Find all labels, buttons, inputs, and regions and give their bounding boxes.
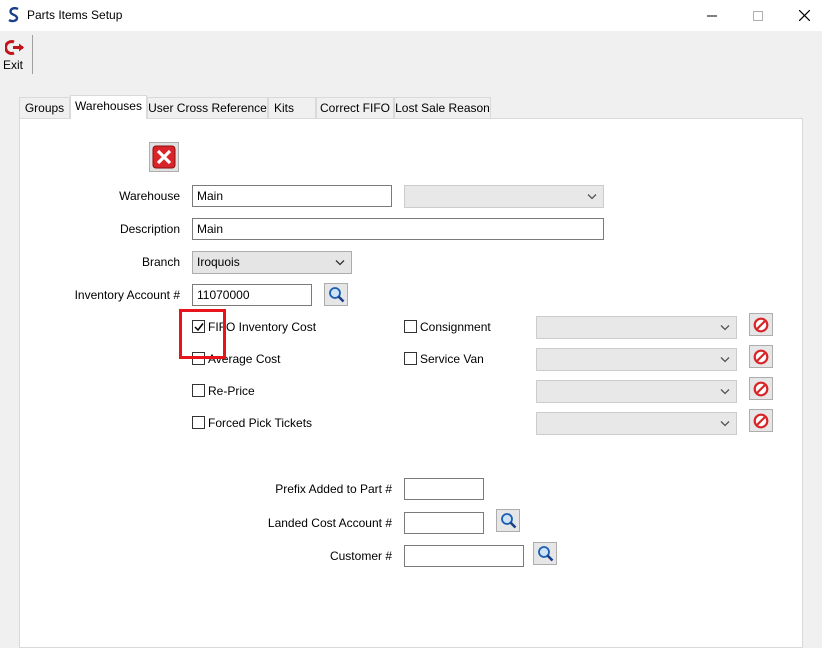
chevron-down-icon xyxy=(720,357,730,363)
chevron-down-icon xyxy=(720,325,730,331)
minimize-icon xyxy=(707,15,717,16)
tab-warehouses[interactable]: Warehouses xyxy=(70,95,147,119)
warehouse-label: Warehouse xyxy=(119,189,180,203)
magnifier-icon xyxy=(537,546,553,562)
inventory-account-label: Inventory Account # xyxy=(74,288,180,302)
magnifier-icon xyxy=(500,513,516,529)
chevron-down-icon xyxy=(335,260,345,266)
service-van-checkbox[interactable] xyxy=(404,352,417,365)
description-field[interactable]: Main xyxy=(192,218,604,240)
inventory-account-field[interactable]: 11070000 xyxy=(192,284,312,306)
option-select-1[interactable] xyxy=(536,316,737,339)
forced-pick-tickets-label: Forced Pick Tickets xyxy=(208,416,313,430)
landed-cost-account-field[interactable] xyxy=(404,512,484,534)
no-entry-icon xyxy=(753,317,769,332)
delete-warehouse-button[interactable] xyxy=(149,142,179,172)
window-title: Parts Items Setup xyxy=(27,8,123,22)
re-price-checkbox[interactable] xyxy=(192,384,205,397)
tab-user-cross-reference[interactable]: User Cross Reference xyxy=(147,97,268,118)
s-logo-icon xyxy=(8,7,19,23)
customer-search-button[interactable] xyxy=(533,542,557,565)
exit-arrow-icon xyxy=(5,40,24,55)
magnifier-icon xyxy=(328,287,344,303)
re-price-label: Re-Price xyxy=(208,384,255,398)
option-select-4[interactable] xyxy=(536,412,737,435)
no-entry-icon xyxy=(753,381,769,396)
chevron-down-icon xyxy=(720,389,730,395)
chevron-down-icon xyxy=(587,194,597,200)
forced-pick-tickets-checkbox[interactable] xyxy=(192,416,205,429)
landed-cost-search-button[interactable] xyxy=(496,509,520,532)
branch-select[interactable]: Iroquois xyxy=(192,251,352,274)
maximize-button[interactable] xyxy=(735,0,781,31)
option-select-3[interactable] xyxy=(536,380,737,403)
option-select-2[interactable] xyxy=(536,348,737,371)
branch-label: Branch xyxy=(141,255,180,269)
maximize-icon xyxy=(753,10,763,21)
clear-option-button-1[interactable] xyxy=(749,313,773,336)
landed-cost-account-label: Landed Cost Account # xyxy=(267,516,392,530)
tab-kits[interactable]: Kits xyxy=(268,97,316,118)
customer-field[interactable] xyxy=(404,545,524,567)
branch-select-value: Iroquois xyxy=(197,255,240,269)
service-van-label: Service Van xyxy=(420,352,484,366)
close-window-button[interactable] xyxy=(781,0,822,31)
consignment-checkbox[interactable] xyxy=(404,320,417,333)
title-bar: Parts Items Setup xyxy=(0,0,822,31)
tab-lost-sale-reason[interactable]: Lost Sale Reason xyxy=(394,97,491,118)
clear-option-button-2[interactable] xyxy=(749,345,773,368)
prefix-label: Prefix Added to Part # xyxy=(275,482,392,496)
exit-label: Exit xyxy=(3,58,24,72)
chevron-down-icon xyxy=(720,421,730,427)
toolbar-divider xyxy=(32,35,33,74)
no-entry-icon xyxy=(753,413,769,428)
consignment-label: Consignment xyxy=(420,320,491,334)
tab-groups[interactable]: Groups xyxy=(19,97,70,118)
warehouse-select[interactable] xyxy=(404,185,604,208)
prefix-field[interactable] xyxy=(404,478,484,500)
clear-option-button-4[interactable] xyxy=(749,409,773,432)
highlight-annotation-box xyxy=(179,309,226,359)
clear-option-button-3[interactable] xyxy=(749,377,773,400)
no-entry-icon xyxy=(753,349,769,364)
delete-red-x-icon xyxy=(152,145,176,169)
tab-correct-fifo[interactable]: Correct FIFO xyxy=(316,97,394,118)
minimize-button[interactable] xyxy=(689,0,735,31)
customer-label: Customer # xyxy=(329,549,392,563)
description-label: Description xyxy=(119,222,180,236)
inventory-account-search-button[interactable] xyxy=(324,283,348,306)
warehouse-field[interactable]: Main xyxy=(192,185,392,207)
close-icon xyxy=(798,10,810,21)
